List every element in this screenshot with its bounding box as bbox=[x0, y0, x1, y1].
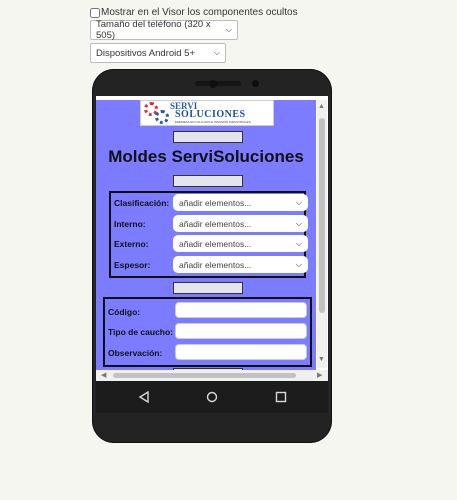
tipo-caucho-label: Tipo de caucho: bbox=[108, 327, 174, 337]
classification-group: Clasificación: añadir elementos... ⌵ Int… bbox=[109, 191, 308, 278]
device-value: Dispositivos Android 5+ bbox=[96, 47, 196, 59]
tipo-caucho-input[interactable] bbox=[175, 323, 307, 339]
horizontal-scroll-thumb[interactable] bbox=[113, 373, 296, 378]
chevron-down-icon: ⌵ bbox=[295, 218, 302, 228]
interno-select[interactable]: añadir elementos... ⌵ bbox=[173, 215, 308, 232]
phone-frame: SERVI SOLUCIONES EMPRESA EN CAUCHOS E IN… bbox=[92, 69, 332, 443]
scroll-up-icon[interactable]: ▲ bbox=[318, 103, 325, 111]
phone-speaker bbox=[195, 81, 241, 86]
phone-size-value: Tamaño del teléfono (320 x 505) bbox=[96, 19, 211, 41]
codigo-label: Código: bbox=[108, 307, 141, 317]
logo-line2: SOLUCIONES bbox=[175, 109, 246, 120]
chevron-down-icon: ⌵ bbox=[225, 25, 232, 34]
show-hidden-components-row: Mostrar en el Visor los componentes ocul… bbox=[90, 7, 298, 18]
vertical-scroll-thumb[interactable] bbox=[319, 118, 325, 313]
show-hidden-checkbox[interactable] bbox=[90, 7, 100, 18]
scroll-down-icon[interactable]: ▼ bbox=[318, 356, 325, 364]
logo-tagline: EMPRESA EN CAUCHOS E INSUMOS INDUSTRIALE… bbox=[175, 120, 251, 124]
phone-camera bbox=[209, 80, 217, 88]
scroll-left-icon[interactable]: ◀ bbox=[101, 372, 106, 380]
externo-label: Externo: bbox=[114, 239, 149, 249]
company-logo: SERVI SOLUCIONES EMPRESA EN CAUCHOS E IN… bbox=[140, 100, 274, 126]
espesor-label: Espesor: bbox=[114, 260, 151, 270]
show-hidden-label: Mostrar en el Visor los componentes ocul… bbox=[101, 7, 298, 18]
chevron-down-icon: ⌵ bbox=[295, 238, 302, 248]
observacion-input[interactable] bbox=[175, 344, 307, 360]
chevron-down-icon: ⌵ bbox=[295, 197, 302, 207]
home-icon[interactable] bbox=[204, 389, 220, 405]
clasificacion-value: añadir elementos... bbox=[179, 197, 252, 208]
back-icon[interactable] bbox=[136, 389, 152, 405]
device-select[interactable]: Dispositivos Android 5+ ⌵ bbox=[90, 43, 226, 63]
interno-value: añadir elementos... bbox=[179, 218, 252, 229]
interno-label: Interno: bbox=[114, 219, 146, 229]
blank-button-2[interactable] bbox=[173, 175, 243, 187]
externo-select[interactable]: añadir elementos... ⌵ bbox=[173, 235, 308, 252]
app-screen: SERVI SOLUCIONES EMPRESA EN CAUCHOS E IN… bbox=[96, 100, 316, 372]
details-group: Código: Tipo de caucho: Observación: bbox=[103, 297, 312, 367]
clasificacion-label: Clasificación: bbox=[114, 198, 170, 208]
phone-screen: SERVI SOLUCIONES EMPRESA EN CAUCHOS E IN… bbox=[96, 96, 328, 381]
page-title: Moldes ServiSoluciones bbox=[108, 147, 304, 166]
android-nav-bar bbox=[96, 381, 328, 413]
clasificacion-select[interactable]: añadir elementos... ⌵ bbox=[173, 194, 308, 211]
vertical-scrollbar[interactable]: ▲ ▼ bbox=[317, 100, 327, 368]
externo-value: añadir elementos... bbox=[179, 238, 252, 249]
phone-size-select[interactable]: Tamaño del teléfono (320 x 505) ⌵ bbox=[90, 19, 238, 41]
gear-icon bbox=[155, 110, 169, 124]
codigo-input[interactable] bbox=[175, 302, 307, 318]
chevron-down-icon: ⌵ bbox=[295, 259, 302, 269]
recents-icon[interactable] bbox=[273, 389, 289, 405]
espesor-select[interactable]: añadir elementos... ⌵ bbox=[173, 256, 308, 273]
blank-button-1[interactable] bbox=[173, 131, 243, 143]
espesor-value: añadir elementos... bbox=[179, 259, 252, 270]
phone-sensor bbox=[252, 80, 259, 87]
scroll-right-icon[interactable]: ▶ bbox=[317, 372, 322, 380]
chevron-down-icon: ⌵ bbox=[213, 48, 220, 57]
observacion-label: Observación: bbox=[108, 348, 163, 358]
horizontal-scrollbar[interactable]: ◀ ▶ bbox=[96, 370, 328, 381]
blank-button-3[interactable] bbox=[173, 282, 243, 294]
